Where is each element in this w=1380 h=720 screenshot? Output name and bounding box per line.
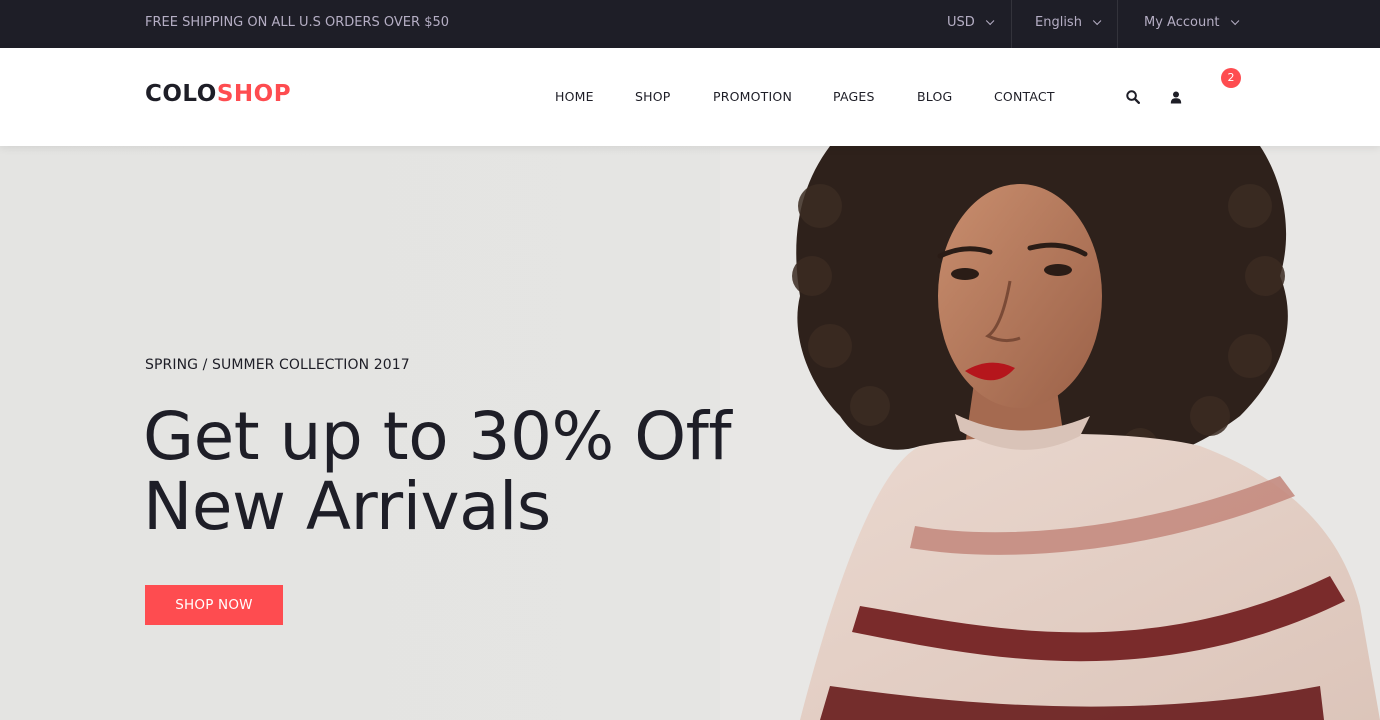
nav-home[interactable]: HOME <box>555 48 594 146</box>
language-label: English <box>1035 15 1082 30</box>
hero-title-line2: New Arrivals <box>143 468 551 545</box>
topbar-divider <box>1117 0 1118 48</box>
nav-contact[interactable]: CONTACT <box>994 48 1055 146</box>
nav-promotion[interactable]: PROMOTION <box>713 48 792 146</box>
site-logo[interactable]: COLOSHOP <box>145 81 291 107</box>
hero-subtitle: SPRING / SUMMER COLLECTION 2017 <box>145 357 410 373</box>
hero-banner: SPRING / SUMMER COLLECTION 2017 Get up t… <box>0 146 1380 720</box>
chevron-down-icon <box>985 16 995 26</box>
top-bar: FREE SHIPPING ON ALL U.S ORDERS OVER $50… <box>0 0 1380 48</box>
logo-part1: COLO <box>145 81 217 107</box>
search-icon[interactable] <box>1121 85 1145 109</box>
hero-model-image <box>720 146 1380 720</box>
nav-shop[interactable]: SHOP <box>635 48 671 146</box>
currency-label: USD <box>947 15 975 30</box>
shop-now-button[interactable]: SHOP NOW <box>145 585 283 625</box>
topbar-divider <box>1011 0 1012 48</box>
shipping-notice: FREE SHIPPING ON ALL U.S ORDERS OVER $50 <box>145 15 450 30</box>
chevron-down-icon <box>1092 16 1102 26</box>
logo-part2: SHOP <box>216 81 292 107</box>
chevron-down-icon <box>1230 16 1239 26</box>
currency-dropdown[interactable]: USD <box>947 0 995 48</box>
nav-blog[interactable]: BLOG <box>917 48 952 146</box>
account-dropdown[interactable]: My Account <box>1144 0 1239 48</box>
nav-pages[interactable]: PAGES <box>833 48 875 146</box>
user-icon[interactable] <box>1164 85 1188 109</box>
hero-title: Get up to 30% Off New Arrivals <box>143 398 732 545</box>
main-header: COLOSHOP HOME SHOP PROMOTION PAGES BLOG … <box>0 48 1380 146</box>
hero-title-line1: Get up to 30% Off <box>143 398 732 475</box>
cart-count-badge: 2 <box>1221 68 1241 88</box>
account-label: My Account <box>1144 15 1220 30</box>
language-dropdown[interactable]: English <box>1035 0 1102 48</box>
